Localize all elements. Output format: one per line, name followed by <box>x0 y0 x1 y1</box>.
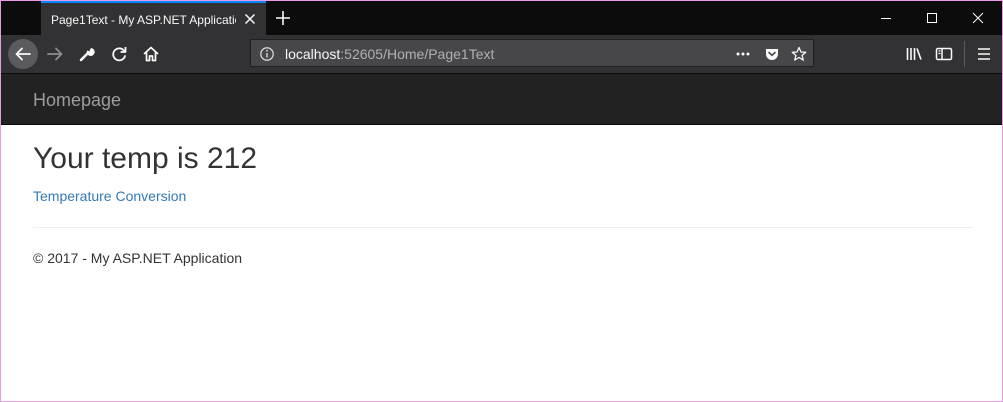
forward-arrow-icon[interactable] <box>41 40 69 68</box>
url-host: localhost <box>285 46 341 62</box>
url-text[interactable]: localhost:52605/Home/Page1Text <box>285 46 494 62</box>
hamburger-icon[interactable] <box>970 40 998 68</box>
nav-toolbar: localhost:52605/Home/Page1Text <box>1 35 1002 74</box>
address-bar[interactable]: localhost:52605/Home/Page1Text <box>250 39 814 67</box>
toolbar-separator <box>964 41 965 67</box>
brand-link[interactable]: Homepage <box>33 90 121 111</box>
sidebar-icon[interactable] <box>930 40 958 68</box>
back-arrow-icon[interactable] <box>8 39 38 69</box>
pocket-icon[interactable] <box>764 46 780 62</box>
temperature-conversion-link[interactable]: Temperature Conversion <box>33 188 186 204</box>
plus-icon[interactable] <box>273 8 293 28</box>
reload-icon[interactable] <box>105 40 133 68</box>
wrench-icon[interactable] <box>73 40 101 68</box>
tab-strip: Page1Text - My ASP.NET Application <box>1 1 1002 35</box>
url-path: :52605/Home/Page1Text <box>340 46 495 62</box>
divider <box>33 227 973 228</box>
tab-title: Page1Text - My ASP.NET Application <box>51 13 236 27</box>
tab-active[interactable]: Page1Text - My ASP.NET Application <box>41 1 266 35</box>
page-heading: Your temp is 212 <box>33 142 258 175</box>
home-icon[interactable] <box>137 40 165 68</box>
library-icon[interactable] <box>900 40 928 68</box>
more-icon[interactable] <box>735 46 751 62</box>
maximize-icon[interactable] <box>909 1 955 35</box>
footer-text: © 2017 - My ASP.NET Application <box>33 250 243 266</box>
site-navbar: Homepage <box>1 74 1002 125</box>
window-close-icon[interactable] <box>955 1 1001 35</box>
close-icon[interactable] <box>242 11 258 27</box>
star-icon[interactable] <box>791 46 807 62</box>
minimize-icon[interactable] <box>863 1 909 35</box>
info-icon[interactable] <box>259 46 275 62</box>
